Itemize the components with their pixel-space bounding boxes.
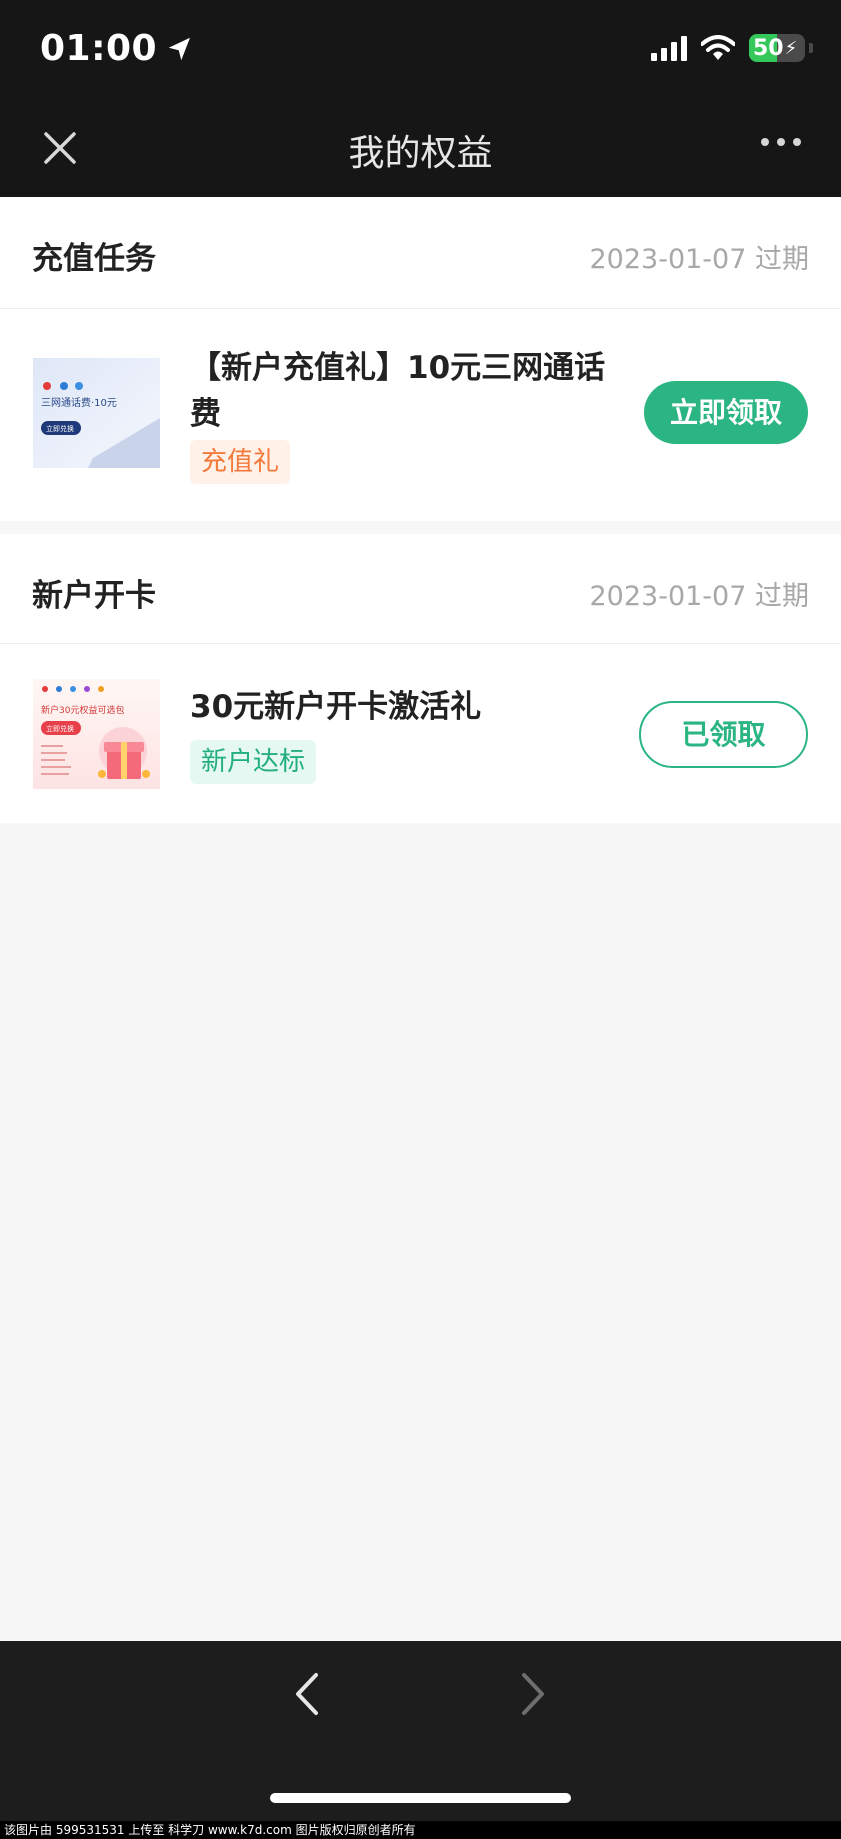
more-options-icon[interactable] — [761, 138, 801, 146]
benefit-item[interactable]: 三网通话费·10元 立即兑换 【新户充值礼】10元三网通话费 充值礼 立即领取 — [0, 309, 841, 521]
nav-bar: 我的权益 — [0, 100, 841, 197]
battery-cap — [809, 43, 813, 53]
phone-credit-card-image: 三网通话费·10元 立即兑换 — [33, 358, 160, 468]
back-chevron-icon[interactable] — [292, 1671, 322, 1717]
dot — [793, 138, 801, 146]
section-header: 充值任务 2023-01-07 过期 — [0, 197, 841, 309]
benefit-tag: 充值礼 — [190, 440, 291, 484]
section-recharge-task: 充值任务 2023-01-07 过期 三网通话费·10元 立即兑换 【新户充值礼… — [0, 197, 841, 521]
charging-bolt-icon: ⚡ — [784, 37, 798, 59]
battery-percent: 50 — [753, 35, 784, 61]
home-indicator[interactable] — [270, 1793, 571, 1803]
claimed-button[interactable]: 已领取 — [639, 701, 808, 768]
status-bar: 01:00 50 ⚡ — [0, 0, 841, 100]
forward-chevron-icon[interactable] — [518, 1671, 548, 1717]
page-title: 我的权益 — [348, 133, 493, 174]
status-time: 01:00 — [40, 28, 195, 69]
wifi-icon — [701, 35, 735, 60]
gift-package-image: 新户30元权益可选包 立即兑换 — [33, 679, 160, 789]
claim-now-button[interactable]: 立即领取 — [644, 381, 808, 444]
thumb-button: 立即兑换 — [46, 424, 74, 433]
expiry-date: 2023-01-07 过期 — [589, 244, 810, 275]
dot — [761, 138, 769, 146]
status-indicators: 50 ⚡ — [651, 34, 813, 62]
battery-icon: 50 ⚡ — [749, 34, 805, 62]
recharge-gift-thumbnail: 三网通话费·10元 立即兑换 — [33, 358, 160, 468]
location-arrow-icon — [168, 37, 191, 60]
thumb-text: 三网通话费·10元 — [41, 396, 117, 409]
section-title: 新户开卡 — [32, 578, 156, 614]
benefit-title: 【新户充值礼】10元三网通话费 — [190, 350, 606, 432]
section-header: 新户开卡 2023-01-07 过期 — [0, 534, 841, 644]
benefit-tag: 新户达标 — [190, 740, 317, 784]
cellular-signal-icon — [651, 36, 687, 61]
benefit-item[interactable]: 新户30元权益可选包 立即兑换 30元新户开卡激活礼 新户达标 已领取 — [0, 644, 841, 823]
activation-gift-thumbnail: 新户30元权益可选包 立即兑换 — [33, 679, 160, 789]
dot — [777, 138, 785, 146]
benefit-title: 30元新户开卡激活礼 — [190, 689, 482, 725]
time-text: 01:00 — [40, 28, 158, 69]
watermark-text: 该图片由 599531531 上传至 科学刀 www.k7d.com 图片版权归… — [0, 1821, 841, 1839]
thumb-button: 立即兑换 — [46, 724, 74, 733]
section-title: 充值任务 — [32, 241, 156, 277]
thumb-text: 新户30元权益可选包 — [41, 704, 124, 716]
section-new-card: 新户开卡 2023-01-07 过期 新户30元权益可选包 立即兑换 30元新户… — [0, 534, 841, 823]
expiry-date: 2023-01-07 过期 — [589, 581, 810, 612]
